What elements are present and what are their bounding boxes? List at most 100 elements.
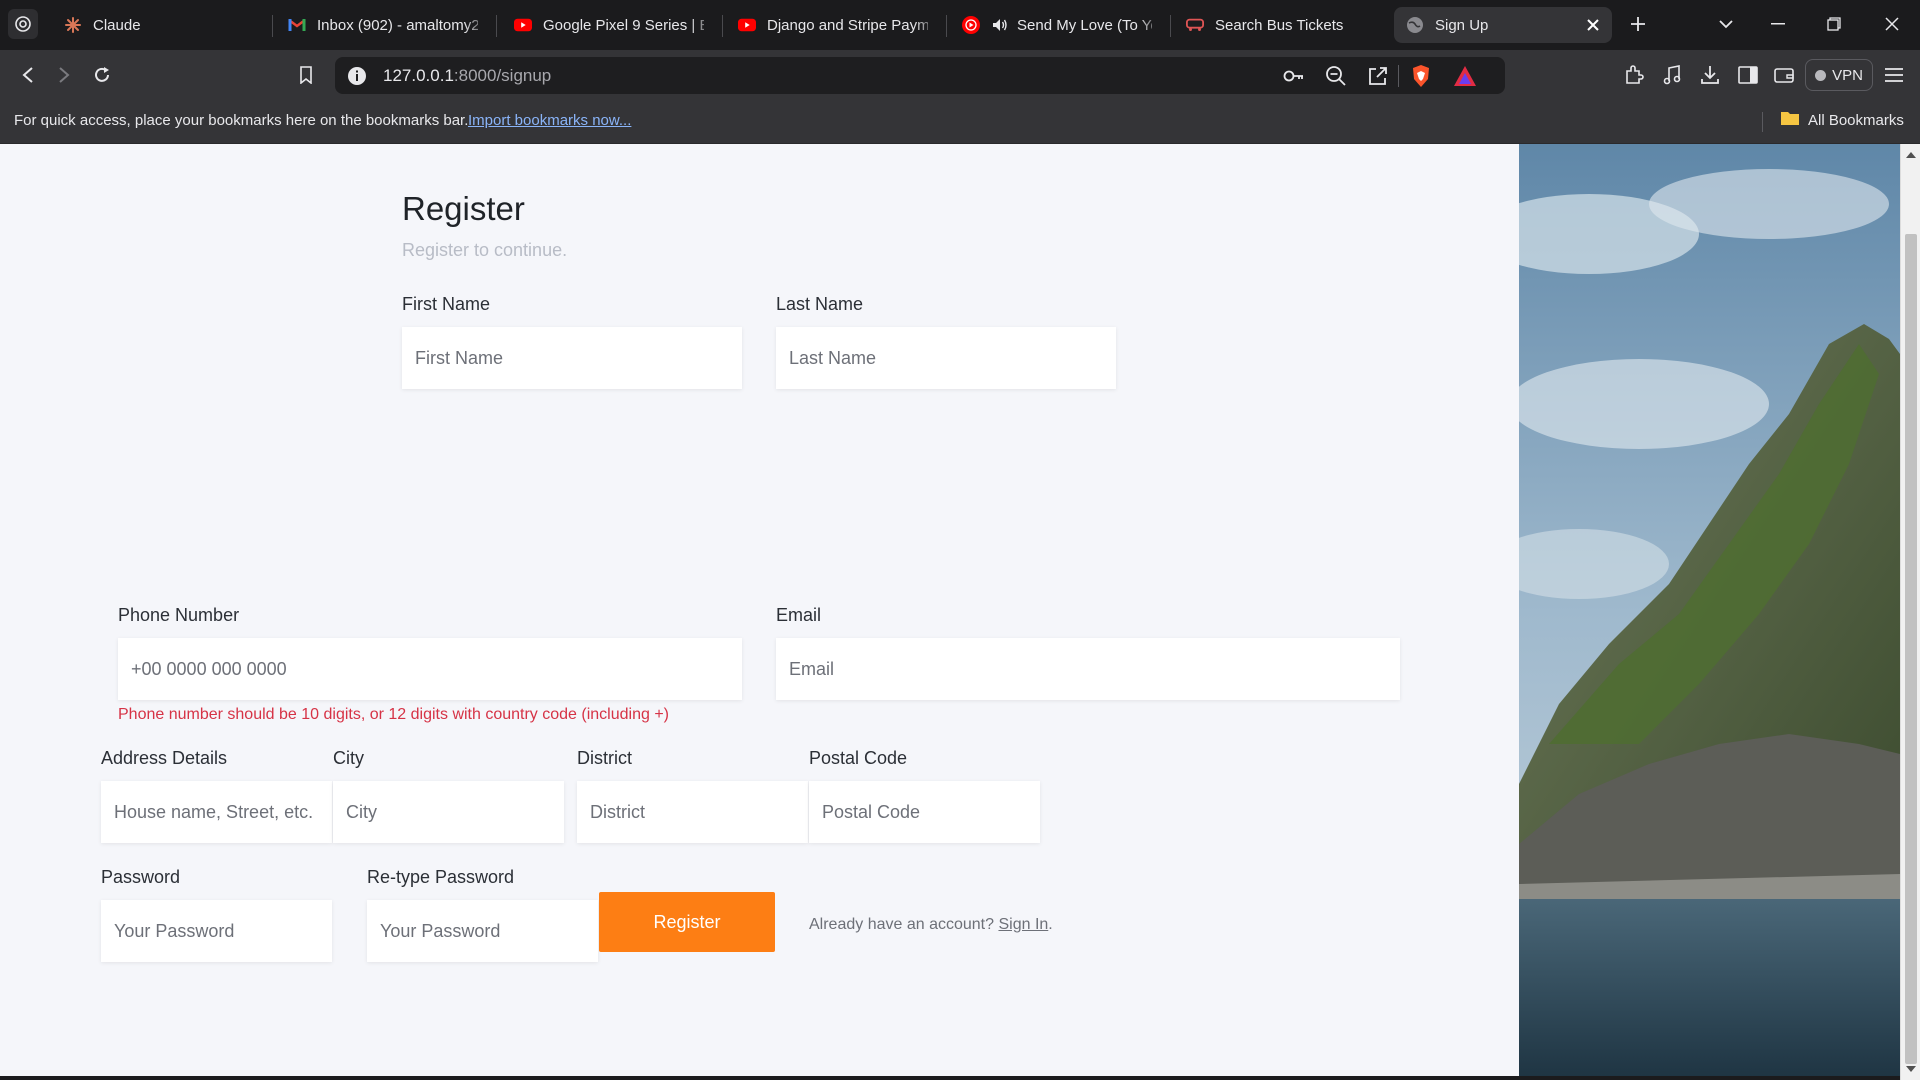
- tab-sign-up[interactable]: Sign Up: [1394, 7, 1612, 43]
- bookmarks-message: For quick access, place your bookmarks h…: [14, 112, 469, 129]
- phone-label: Phone Number: [118, 605, 240, 625]
- address-input[interactable]: [101, 781, 332, 843]
- vpn-status-icon: [1815, 69, 1827, 81]
- tab-title: Django and Stripe Payme: [767, 16, 928, 34]
- password-input[interactable]: [101, 900, 332, 962]
- scrollbar-thumb[interactable]: [1905, 234, 1917, 1064]
- zoom-icon[interactable]: [1325, 65, 1347, 92]
- bookmark-icon[interactable]: [294, 63, 318, 87]
- youtube-music-icon: [962, 16, 980, 34]
- media-icon[interactable]: [1660, 63, 1684, 87]
- minimize-icon[interactable]: [1766, 12, 1790, 36]
- page-scrollbar[interactable]: [1900, 144, 1920, 1080]
- tab-claude[interactable]: Claude: [52, 7, 266, 43]
- tab-title: Google Pixel 9 Series | Ev: [543, 16, 704, 34]
- brave-rewards-icon[interactable]: [1453, 65, 1477, 92]
- globe-icon: [1406, 16, 1424, 34]
- tab-pixel-video[interactable]: Google Pixel 9 Series | Ev: [502, 7, 716, 43]
- signin-suffix: .: [1048, 916, 1053, 933]
- city-input[interactable]: [333, 781, 564, 843]
- url-host: 127.0.0.1: [383, 66, 454, 85]
- tab-title: Search Bus Tickets: [1215, 16, 1344, 34]
- reload-icon[interactable]: [90, 63, 114, 87]
- wallet-icon[interactable]: [1772, 63, 1796, 87]
- retype-password-label: Re-type Password: [367, 867, 515, 887]
- first-name-label: First Name: [402, 294, 491, 314]
- back-icon[interactable]: [16, 63, 40, 87]
- tab-title: Inbox (902) - amaltomy2: [317, 16, 478, 34]
- browser-menu-icon[interactable]: [8, 9, 38, 39]
- menu-icon[interactable]: [1882, 63, 1906, 87]
- tab-title: Send My Love (To Yo: [1017, 16, 1152, 34]
- scroll-up-icon[interactable]: [1906, 152, 1916, 158]
- omnibox-divider: [1398, 65, 1399, 87]
- page-bottom-edge: [0, 1076, 1900, 1080]
- tab-separator: [946, 15, 947, 37]
- new-tab-icon[interactable]: [1626, 12, 1650, 36]
- tab-music[interactable]: Send My Love (To Yo: [950, 7, 1164, 43]
- email-label: Email: [776, 605, 822, 625]
- tab-separator: [722, 15, 723, 37]
- folder-icon: [1780, 110, 1800, 130]
- all-bookmarks-button[interactable]: All Bookmarks: [1780, 110, 1904, 130]
- tab-strip: Claude Inbox (902) - amaltomy2 Google Pi…: [0, 0, 1920, 50]
- tab-separator: [496, 15, 497, 37]
- download-icon[interactable]: [1698, 63, 1722, 87]
- tab-title: Claude: [93, 16, 141, 34]
- postal-code-label: Postal Code: [809, 748, 908, 768]
- last-name-label: Last Name: [776, 294, 864, 314]
- youtube-icon: [738, 16, 756, 34]
- district-label: District: [577, 748, 632, 768]
- import-bookmarks-link[interactable]: Import bookmarks now...: [468, 112, 631, 129]
- city-label: City: [333, 748, 364, 768]
- tab-search-chevron-icon[interactable]: [1714, 12, 1738, 36]
- district-input[interactable]: [577, 781, 808, 843]
- brave-shields-icon[interactable]: [1410, 64, 1432, 93]
- signin-link[interactable]: Sign In: [998, 916, 1048, 933]
- youtube-icon: [514, 16, 532, 34]
- retype-password-input[interactable]: [367, 900, 598, 962]
- address-bar[interactable]: 127.0.0.1:8000/signup: [335, 57, 1505, 94]
- address-label: Address Details: [101, 748, 228, 768]
- share-icon[interactable]: [1367, 65, 1389, 92]
- landscape-image: [1519, 144, 1900, 1080]
- password-key-icon[interactable]: [1283, 66, 1305, 91]
- signin-prompt-text: Already have an account?: [809, 916, 995, 933]
- tab-fade: [690, 7, 716, 43]
- first-name-input[interactable]: [402, 327, 742, 389]
- page-subtitle: Register to continue.: [402, 240, 568, 260]
- phone-error-message: Phone number should be 10 digits, or 12 …: [118, 706, 669, 723]
- all-bookmarks-label: All Bookmarks: [1808, 111, 1904, 129]
- last-name-input[interactable]: [776, 327, 1116, 389]
- postal-code-input[interactable]: [809, 781, 1040, 843]
- bookmarks-bar: For quick access, place your bookmarks h…: [0, 100, 1920, 144]
- email-input[interactable]: [776, 638, 1400, 700]
- tab-gmail[interactable]: Inbox (902) - amaltomy2: [276, 7, 490, 43]
- tab-django-video[interactable]: Django and Stripe Payme: [726, 7, 940, 43]
- register-button[interactable]: Register: [599, 892, 775, 952]
- browser-toolbar: 127.0.0.1:8000/signup VPN: [0, 50, 1920, 100]
- tab-bus-tickets[interactable]: Search Bus Tickets: [1174, 7, 1388, 43]
- tab-fade: [1138, 7, 1164, 43]
- forward-icon[interactable]: [52, 63, 76, 87]
- tab-separator: [272, 15, 273, 37]
- bookmarks-divider: [1762, 112, 1763, 132]
- signup-page: Register Register to continue. First Nam…: [0, 144, 1900, 1080]
- sidebar-icon[interactable]: [1736, 63, 1760, 87]
- signin-prompt: Already have an account? Sign In.: [809, 916, 1053, 934]
- claude-icon: [64, 16, 82, 34]
- tab-separator: [1170, 15, 1171, 37]
- url-path: :8000/signup: [453, 66, 552, 85]
- vpn-button[interactable]: VPN: [1805, 59, 1873, 91]
- phone-input[interactable]: [118, 638, 742, 700]
- scroll-down-icon[interactable]: [1906, 1066, 1916, 1072]
- vpn-label: VPN: [1832, 66, 1863, 84]
- close-tab-icon[interactable]: [1584, 16, 1602, 34]
- close-window-icon[interactable]: [1880, 12, 1904, 36]
- site-info-icon[interactable]: [347, 66, 367, 91]
- restore-icon[interactable]: [1822, 12, 1846, 36]
- extensions-icon[interactable]: [1622, 63, 1646, 87]
- page-title: Register: [402, 190, 525, 227]
- tab-fade: [464, 7, 490, 43]
- speaker-icon[interactable]: [991, 16, 1009, 34]
